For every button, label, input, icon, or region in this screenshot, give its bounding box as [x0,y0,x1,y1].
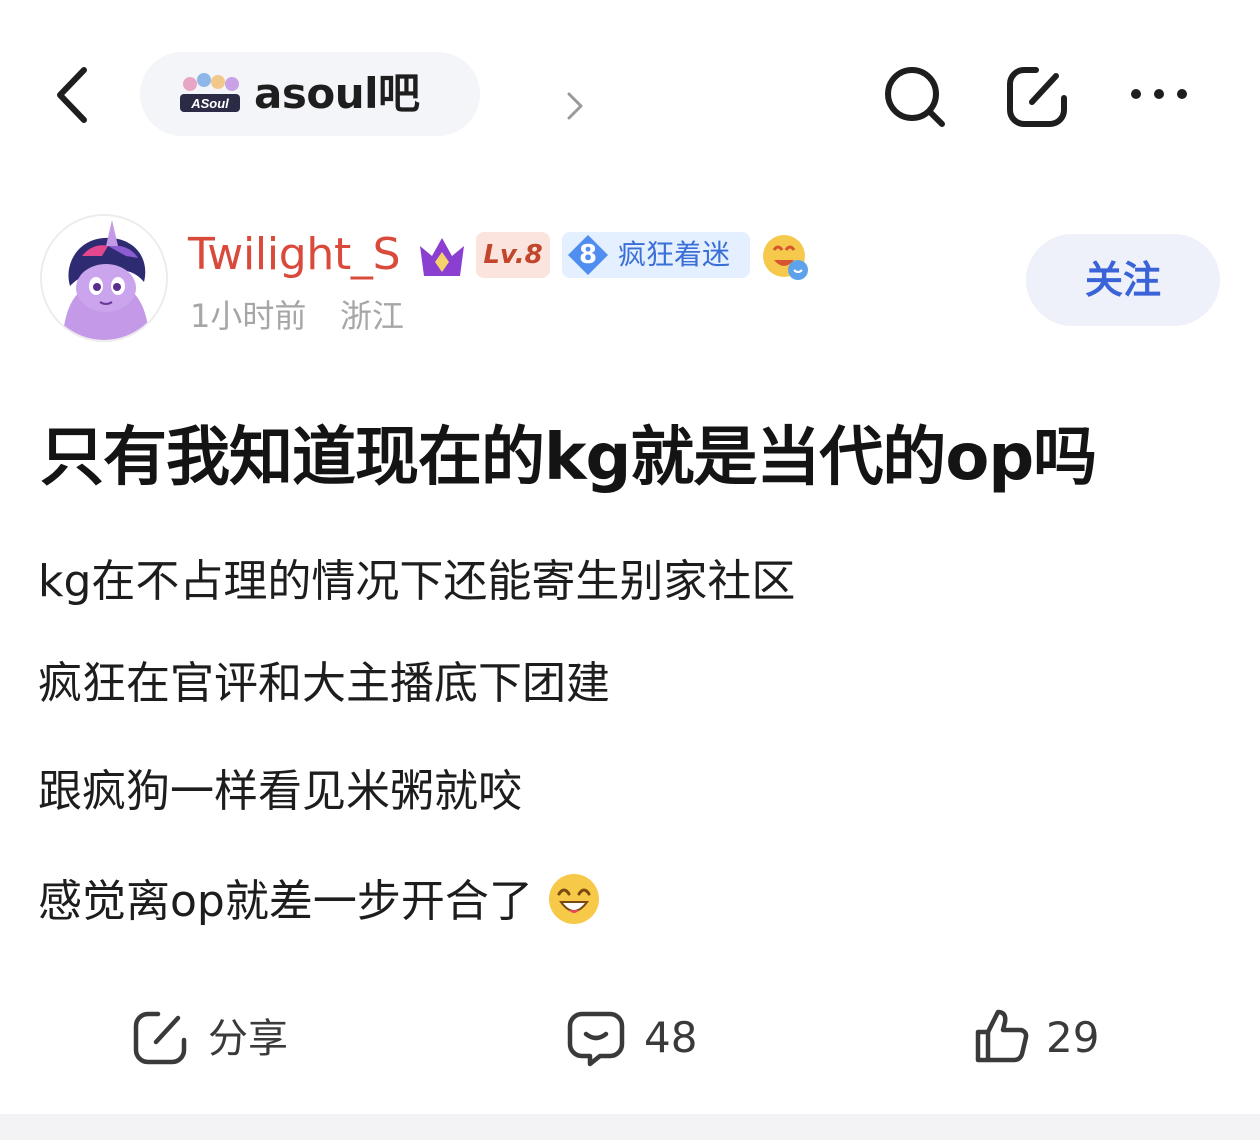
fan-badge[interactable]: 8 疯狂着迷 [562,232,750,278]
post-title: 只有我知道现在的kg就是当代的op吗 [40,421,1097,495]
share-label: 分享 [208,1016,288,1062]
author-row: Twilight_S Lv.8 8 疯狂着迷 1小时前 浙江 关注 [0,214,1260,344]
smiley-badge-icon [763,235,808,280]
chevron-right-icon [567,92,583,120]
compose-button[interactable] [1002,62,1072,132]
top-bar: ASoul asoul吧 [0,40,1260,150]
laughing-face-icon [548,874,599,924]
search-icon [885,67,945,127]
follow-button[interactable]: 关注 [1026,234,1220,326]
search-button[interactable] [880,62,950,132]
post-line-last: 感觉离op就差一步开合了 [38,872,601,930]
fan-title: 疯狂着迷 [618,238,731,271]
action-bar: 分享 48 29 [0,1000,1260,1080]
post-line: kg在不占理的情况下还能寄生别家社区 [38,556,796,607]
bottom-divider [0,1114,1260,1140]
comment-icon [567,1011,625,1067]
post-location: 浙江 [340,297,405,335]
like-count: 29 [1046,1013,1100,1062]
more-button[interactable] [1124,74,1194,114]
fan-level-number: 8 [578,240,598,270]
svg-text:ASoul: ASoul [190,96,229,111]
level-badge: Lv.8 [476,232,550,278]
compose-icon [1007,67,1067,127]
post-line: 疯狂在官评和大主播底下团建 [38,658,610,709]
share-icon [133,1011,187,1065]
post-line-text: 感觉离op就差一步开合了 [38,876,533,927]
forum-logo: ASoul [178,70,242,118]
post-line: 跟疯狗一样看见米粥就咬 [38,766,522,817]
back-button[interactable] [48,62,104,128]
comment-count: 48 [644,1013,698,1062]
more-dots-icon [1131,89,1187,99]
forum-name: asoul吧 [254,69,420,118]
avatar[interactable] [40,214,168,342]
thumbs-up-icon [975,1009,1029,1063]
chevron-left-icon [57,67,87,123]
forum-entry-button[interactable]: ASoul asoul吧 [140,52,583,136]
crown-icon [420,238,464,276]
user-name[interactable]: Twilight_S [188,228,401,282]
post-time: 1小时前 [190,297,307,335]
